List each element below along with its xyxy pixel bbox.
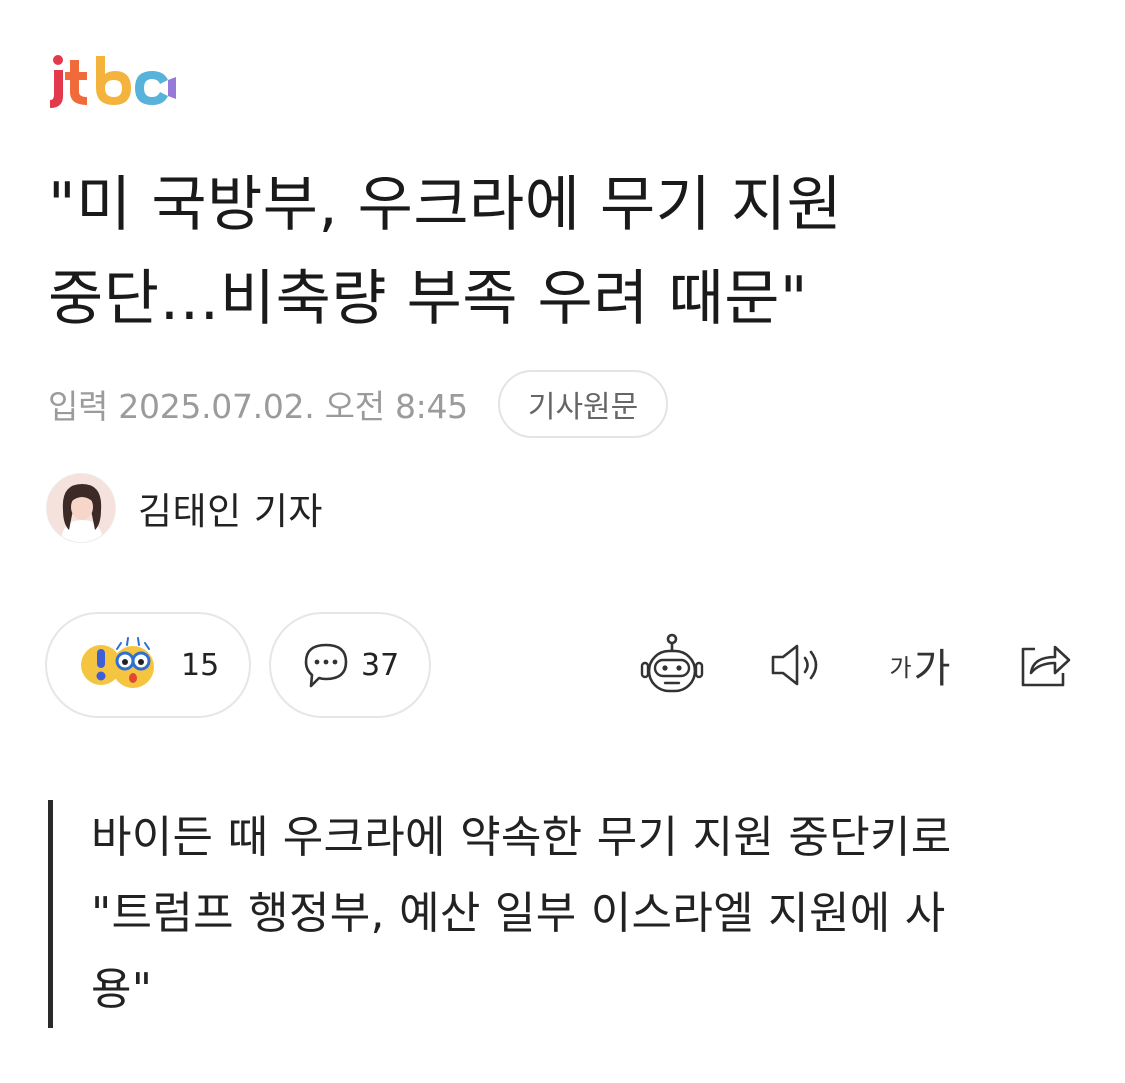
share-button[interactable] [1012,626,1076,704]
summary-bot-button[interactable] [636,626,708,704]
reporter-photo-icon [47,474,115,542]
reporter-name: 김태인 기자 [138,490,323,533]
comment-count: 37 [361,647,400,683]
speaker-icon [771,644,818,686]
font-size-large-glyph: 가 [913,646,951,692]
published-date: 입력 2025.07.02. 오전 8:45 [48,387,468,426]
robot-icon [640,633,704,693]
font-size-small-glyph: 가 [889,653,912,682]
reporter-info[interactable]: 김태인 기자 [46,473,323,543]
share-icon [1021,645,1071,687]
article-page: "미 국방부, 우크라에 무기 지원 중단…비축량 부족 우려 때문" 입력 2… [0,0,1125,1083]
summary-line-3: 용" [91,964,153,1015]
title-line-1: "미 국방부, 우크라에 무기 지원 [48,170,843,240]
reaction-button[interactable]: 15 [45,612,251,718]
jtbc-logo[interactable] [48,52,178,112]
article-title: "미 국방부, 우크라에 무기 지원 중단…비축량 부족 우려 때문" [48,158,1078,346]
original-article-button[interactable]: 기사원문 [497,370,669,438]
comment-bubble-icon [304,643,348,688]
comment-button[interactable]: 37 [269,612,431,718]
summary-line-1: 바이든 때 우크라에 약속한 무기 지원 중단키로 [91,812,952,863]
reporter-avatar [46,473,116,543]
title-line-2: 중단…비축량 부족 우려 때문" [48,264,809,334]
listen-button[interactable] [764,626,828,704]
summary-line-2: "트럼프 행정부, 예산 일부 이스라엘 지원에 사 [91,888,946,939]
reaction-count: 15 [181,647,220,683]
article-summary: 바이든 때 우크라에 약속한 무기 지원 중단키로 "트럼프 행정부, 예산 일… [48,800,1078,1028]
font-size-button[interactable]: 가 가 [880,626,960,704]
reaction-emoji-icon [81,637,154,688]
article-meta: 입력 2025.07.02. 오전 8:45 기사원문 [48,368,669,440]
